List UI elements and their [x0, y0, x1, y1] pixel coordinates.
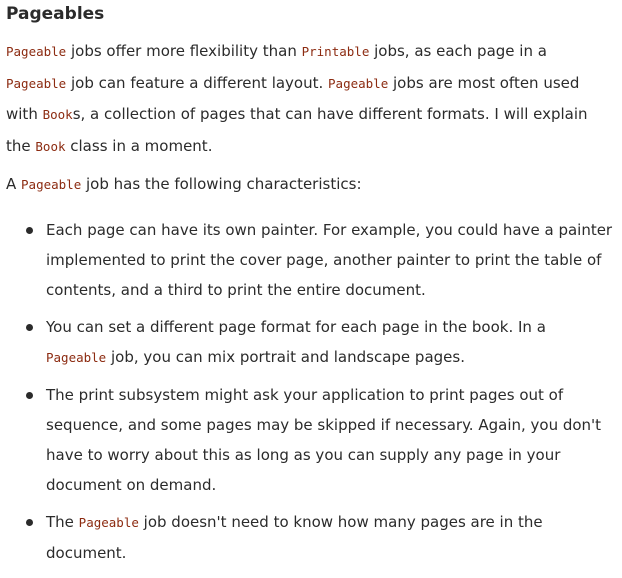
paragraph-text: class in a moment.: [65, 136, 213, 155]
list-item-text: job, you can mix portrait and landscape …: [106, 347, 465, 366]
inline-code: Pageable: [6, 44, 67, 59]
paragraph-line: Pageable job can feature a different lay…: [6, 68, 616, 100]
inline-code: Pageable: [6, 75, 67, 91]
inline-code: Pageable: [328, 75, 389, 91]
inline-code: Pageable: [46, 349, 107, 365]
paragraph-line: with Books, a collection of pages that c…: [6, 99, 616, 131]
paragraph-text: job has the following characteristics:: [81, 175, 362, 193]
list-item-line: Each page can have its own painter. For …: [46, 220, 613, 239]
bullet-icon: [26, 391, 33, 399]
intro-paragraph: Pageable jobs offer more flexibility tha…: [6, 36, 616, 162]
list-item-line: implemented to print the cover page, ano…: [46, 250, 602, 269]
list-item-text: The: [46, 512, 79, 531]
inline-code: Book: [42, 107, 73, 122]
paragraph-line: the Book class in a moment.: [6, 131, 616, 163]
list-item-line: The Pageable job doesn't need to know ho…: [46, 507, 616, 538]
inline-code: Printable: [301, 44, 370, 59]
list-item-line: Pageable job, you can mix portrait and l…: [46, 342, 616, 373]
list-item-line: The print subsystem might ask your appli…: [46, 385, 564, 404]
inline-code: Pageable: [21, 177, 82, 192]
bullet-icon: [26, 518, 33, 526]
paragraph-text: with: [6, 105, 43, 123]
list-item-line: You can set a different page format for …: [46, 317, 546, 336]
list-item: You can set a different page format for …: [6, 312, 616, 373]
characteristics-list: Each page can have its own painter. For …: [6, 215, 616, 568]
section-heading: Pageables: [6, 4, 105, 24]
paragraph-text: s, a collection of pages that can have d…: [72, 105, 588, 123]
bullet-icon: [26, 226, 33, 234]
list-item: Each page can have its own painter. For …: [6, 215, 616, 305]
inline-code: Book: [35, 138, 66, 154]
list-item-text: job doesn't need to know how many pages …: [138, 512, 543, 531]
characteristics-intro: A Pageable job has the following charact…: [6, 169, 616, 201]
list-item-line: contents, and a third to print the entir…: [46, 280, 426, 299]
paragraph-text: jobs are most often used: [388, 73, 580, 92]
list-item-line: have to worry about this as long as you …: [46, 445, 561, 464]
paragraph-line: Pageable jobs offer more flexibility tha…: [6, 36, 616, 68]
bullet-icon: [26, 323, 33, 331]
paragraph-text: the: [6, 136, 36, 155]
paragraph-text: jobs offer more flexibility than: [66, 42, 302, 60]
list-item: The print subsystem might ask your appli…: [6, 380, 616, 500]
list-item: The Pageable job doesn't need to know ho…: [6, 507, 616, 568]
list-item-line: sequence, and some pages may be skipped …: [46, 415, 602, 434]
inline-code: Pageable: [78, 514, 139, 530]
paragraph-text: job can feature a different layout.: [66, 73, 329, 92]
list-item-line: document on demand.: [46, 475, 217, 494]
paragraph-text: jobs, as each page in a: [369, 42, 547, 60]
paragraph-text: A: [6, 175, 22, 193]
list-item-line: document.: [46, 543, 127, 562]
document-page: Pageables Pageable jobs offer more flexi…: [0, 0, 622, 578]
